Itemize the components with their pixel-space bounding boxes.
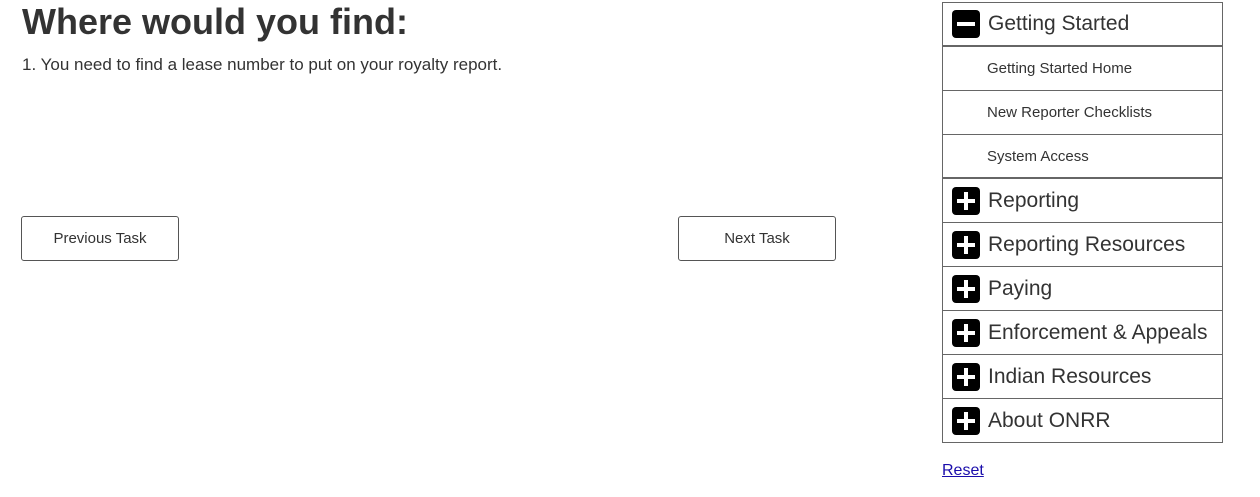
submenu-item-new-reporter-checklists[interactable]: New Reporter Checklists xyxy=(942,90,1223,135)
plus-icon[interactable] xyxy=(952,318,980,347)
menu-item-getting-started[interactable]: Getting Started xyxy=(942,2,1223,47)
menu-item-label: Enforcement & Appeals xyxy=(988,320,1208,344)
menu-item-label: Indian Resources xyxy=(988,364,1152,388)
reset-link[interactable]: Reset xyxy=(942,462,984,480)
menu-item-reporting-resources[interactable]: Reporting Resources xyxy=(942,222,1223,267)
menu-item-label: Reporting Resources xyxy=(988,232,1186,256)
navigation-tree: Getting Started Getting Started Home New… xyxy=(942,2,1223,443)
submenu-item-system-access[interactable]: System Access xyxy=(942,134,1223,179)
menu-item-enforcement-appeals[interactable]: Enforcement & Appeals xyxy=(942,310,1223,355)
menu-item-indian-resources[interactable]: Indian Resources xyxy=(942,354,1223,399)
tree-test-page: Where would you find: 1. You need to fin… xyxy=(0,0,1260,497)
menu-item-label: Getting Started xyxy=(988,12,1130,35)
task-title: Where would you find: xyxy=(22,1,408,42)
menu-item-label: About ONRR xyxy=(988,408,1111,432)
plus-icon[interactable] xyxy=(952,406,980,435)
menu-item-about-onrr[interactable]: About ONRR xyxy=(942,398,1223,443)
menu-item-label: Paying xyxy=(988,276,1053,300)
menu-item-label: Reporting xyxy=(988,188,1080,212)
plus-icon[interactable] xyxy=(952,362,980,391)
plus-icon[interactable] xyxy=(952,186,980,215)
menu-item-paying[interactable]: Paying xyxy=(942,266,1223,311)
menu-item-reporting[interactable]: Reporting xyxy=(942,178,1223,223)
previous-task-button[interactable]: Previous Task xyxy=(21,216,179,261)
submenu-item-getting-started-home[interactable]: Getting Started Home xyxy=(942,46,1223,91)
task-question: 1. You need to find a lease number to pu… xyxy=(22,55,503,74)
task-area: Where would you find: 1. You need to fin… xyxy=(22,0,842,76)
plus-icon[interactable] xyxy=(952,274,980,303)
minus-icon[interactable] xyxy=(952,10,980,38)
plus-icon[interactable] xyxy=(952,230,980,259)
next-task-button[interactable]: Next Task xyxy=(678,216,836,261)
